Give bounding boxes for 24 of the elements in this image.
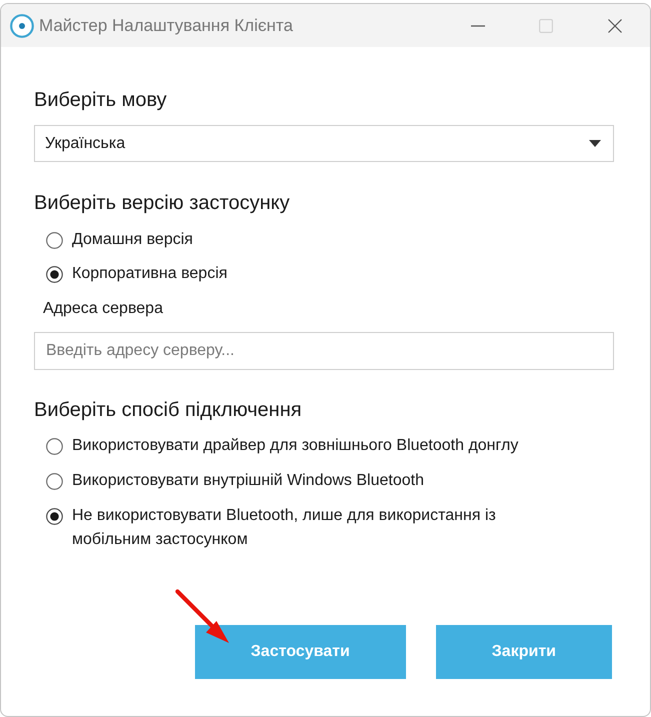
app-logo-icon: [10, 14, 34, 38]
minimize-icon: [471, 24, 485, 26]
dialog-button[interactable]: Застосувати: [194, 625, 406, 679]
maximize-icon: [539, 18, 553, 32]
radio-button[interactable]: [46, 232, 63, 248]
field-label: Адреса сервера: [43, 299, 164, 319]
option-label: Використовувати внутрішній Windows Bluetooth: [72, 471, 424, 491]
option-label: Домашня версія: [72, 230, 193, 250]
option-label: Не використовувати Bluetooth, лише для використання із мобільним застосунком: [72, 506, 497, 550]
section-heading: Виберіть версію застосунку: [34, 191, 291, 215]
caret-icon: [589, 140, 601, 147]
window-title: Майстер Налаштування Клієнта: [39, 16, 294, 36]
language-dropdown[interactable]: Українська: [34, 125, 614, 162]
dialog-button[interactable]: Закрити: [436, 625, 612, 679]
option-label: Використовувати драйвер для зовнішнього Bluetooth донглу: [72, 436, 518, 456]
section-heading: Виберіть мову: [34, 88, 168, 112]
section-heading: Виберіть спосіб підключення: [34, 398, 303, 422]
radio-button[interactable]: [46, 438, 63, 454]
option-label: Корпоративна версія: [72, 264, 228, 284]
close-icon: [608, 18, 622, 32]
radio-button[interactable]: [46, 508, 63, 524]
radio-button[interactable]: [46, 472, 63, 490]
server-address-field[interactable]: Введіть адресу серверу...: [34, 332, 614, 370]
radio-button[interactable]: [46, 266, 63, 282]
